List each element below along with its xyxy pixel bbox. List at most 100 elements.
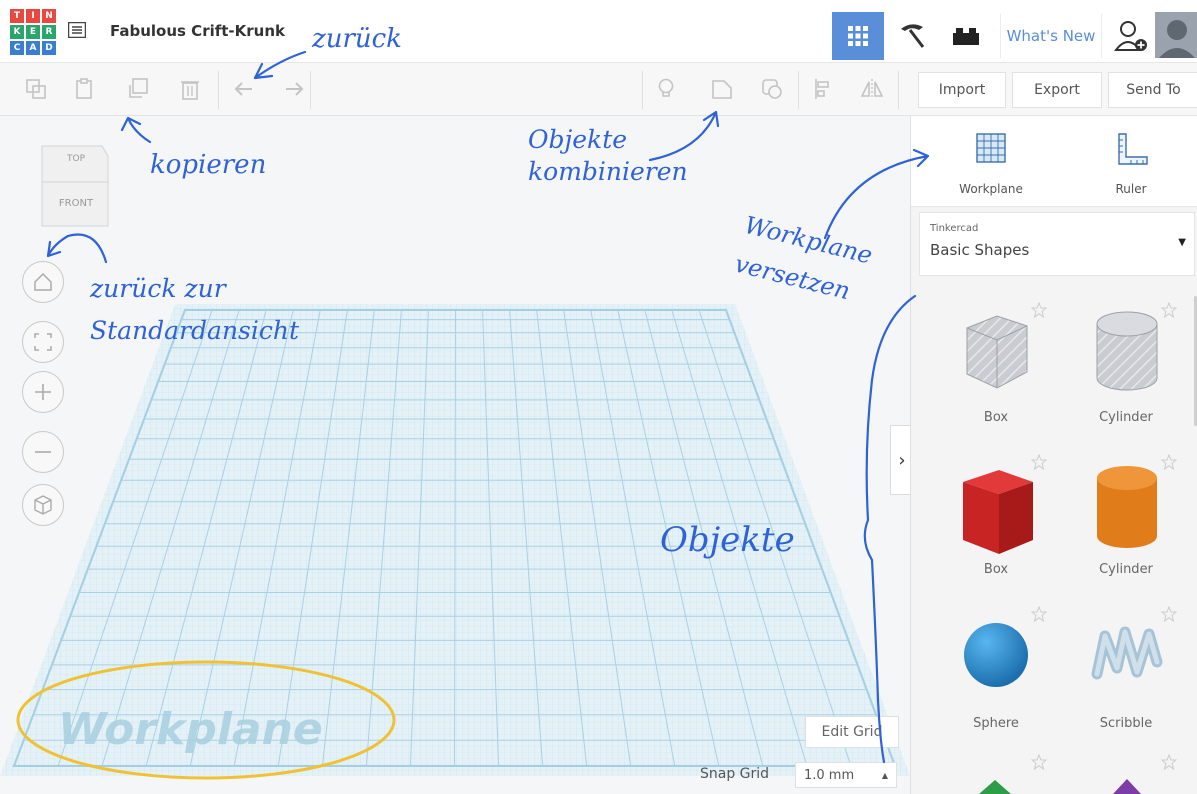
annotation-copy: kopieren — [150, 150, 267, 180]
ruler-label: Ruler — [1115, 182, 1147, 196]
ruler-icon — [1118, 133, 1148, 165]
shape-label: Cylinder — [1099, 410, 1153, 425]
logo-letter: C — [10, 41, 24, 55]
shape-library-dropdown[interactable]: Tinkercad Basic Shapes ▼ — [919, 212, 1195, 276]
toolbar-divider — [218, 71, 219, 109]
favorite-star-icon[interactable] — [1161, 606, 1177, 622]
cube-icon — [34, 495, 52, 515]
home-icon — [34, 272, 52, 291]
logo-letter: E — [26, 25, 40, 39]
annotation-objects: Objekte — [660, 520, 795, 560]
favorite-star-icon[interactable] — [1161, 454, 1177, 470]
design-list-icon[interactable] — [68, 22, 86, 38]
logo-letter: K — [10, 25, 24, 39]
mirror-icon[interactable] — [860, 77, 884, 101]
shape-label: Scribble — [1099, 716, 1153, 731]
export-button[interactable]: Export — [1012, 72, 1102, 108]
bricks-view-button[interactable] — [940, 12, 992, 60]
snap-grid-value: 1.0 mm — [804, 767, 855, 783]
pickaxe-icon — [901, 24, 925, 48]
shape-tile[interactable]: Box — [941, 450, 1051, 590]
lightbulb-icon[interactable] — [654, 77, 678, 101]
undo-icon[interactable] — [232, 77, 256, 101]
logo-letter: R — [42, 25, 56, 39]
shapes-panel: Workplane Ruler Tinkercad Basic Shapes ▼… — [910, 116, 1197, 794]
annotation-home: zurück zur Standardansicht — [90, 274, 300, 345]
minus-icon — [35, 451, 51, 453]
fit-icon — [34, 333, 52, 351]
plus-icon — [35, 384, 51, 400]
top-bar: T I N K E R C A D Fabulous Crift-Krunk W… — [0, 0, 1197, 63]
shape-label: Cylinder — [1099, 562, 1153, 577]
shape-label: Box — [983, 562, 1009, 577]
caret-down-icon: ▼ — [1178, 237, 1186, 248]
sphere-shape — [964, 623, 1028, 687]
toolbar-divider — [642, 71, 643, 109]
add-user-icon[interactable] — [1114, 18, 1150, 54]
roof-shape — [979, 780, 1011, 794]
copy-icon[interactable] — [24, 77, 48, 101]
home-view-button[interactable] — [22, 261, 64, 303]
duplicate-icon[interactable] — [126, 77, 150, 101]
snap-grid-label: Snap Grid — [700, 766, 770, 782]
shape-label: Box — [983, 410, 1009, 425]
paste-icon[interactable] — [72, 77, 96, 101]
favorite-star-icon[interactable] — [1031, 754, 1047, 770]
box-shape — [963, 470, 1033, 554]
workplane-tool[interactable]: Workplane — [941, 126, 1041, 202]
workplane-label: Workplane — [959, 182, 1023, 196]
cylinder-shape — [1097, 466, 1157, 548]
logo-letter: T — [10, 9, 24, 23]
avatar[interactable] — [1155, 12, 1197, 58]
grid-icon — [848, 26, 868, 46]
whats-new-link[interactable]: What's New — [1000, 14, 1102, 58]
logo-letter: A — [26, 41, 40, 55]
logo-letter: D — [42, 41, 56, 55]
fit-view-button[interactable] — [22, 321, 64, 363]
shape-tile[interactable]: Cylinder — [1071, 450, 1181, 590]
snap-grid-select[interactable]: 1.0 mm ▲ — [795, 762, 897, 788]
logo-letter: N — [42, 9, 56, 23]
3d-design-view-button[interactable] — [832, 12, 884, 60]
design-title[interactable]: Fabulous Crift-Krunk — [110, 22, 285, 40]
toolbar-divider — [798, 71, 799, 109]
zoom-in-button[interactable] — [22, 371, 64, 413]
brick-icon — [953, 28, 979, 45]
annotation-undo: zurück — [312, 24, 402, 54]
tinkercad-logo[interactable]: T I N K E R C A D — [10, 9, 58, 57]
delete-icon[interactable] — [178, 77, 202, 101]
shape-label: Sphere — [973, 716, 1019, 731]
redo-icon[interactable] — [282, 77, 306, 101]
toolbar-divider — [310, 71, 311, 109]
scribble-shape — [1091, 626, 1163, 680]
chevron-right-icon: › — [898, 449, 906, 471]
library-name: Basic Shapes — [930, 241, 1030, 259]
perspective-toggle-button[interactable] — [22, 484, 64, 526]
favorite-star-icon[interactable] — [1031, 606, 1047, 622]
workplane-icon — [976, 133, 1006, 163]
favorite-star-icon[interactable] — [1031, 454, 1047, 470]
send-to-button[interactable]: Send To — [1108, 72, 1197, 108]
view-cube-front-label: FRONT — [58, 198, 94, 209]
minecraft-view-button[interactable] — [886, 12, 938, 60]
zoom-out-button[interactable] — [22, 431, 64, 473]
edit-grid-button[interactable]: Edit Grid — [805, 716, 899, 748]
library-source: Tinkercad — [930, 223, 979, 234]
favorite-star-icon[interactable] — [1031, 302, 1047, 318]
toolbar-divider — [898, 71, 899, 109]
annotation-combine: Objekte kombinieren — [528, 125, 688, 186]
group-icon[interactable] — [710, 77, 734, 101]
align-icon[interactable] — [812, 77, 836, 101]
cylinder-hole-shape — [1096, 311, 1158, 391]
ruler-tool[interactable]: Ruler — [1081, 126, 1181, 202]
shape-tile[interactable]: Scribble — [1071, 604, 1181, 744]
favorite-star-icon[interactable] — [1161, 302, 1177, 318]
caret-up-icon: ▲ — [881, 770, 888, 780]
box-hole-shape — [966, 315, 1028, 389]
shape-tile[interactable]: Sphere — [941, 604, 1051, 744]
pyramid-shape — [1113, 779, 1141, 794]
favorite-star-icon[interactable] — [1161, 754, 1177, 770]
import-button[interactable]: Import — [918, 72, 1006, 108]
view-cube-top-label: TOP — [66, 154, 85, 164]
ungroup-icon[interactable] — [760, 77, 784, 101]
